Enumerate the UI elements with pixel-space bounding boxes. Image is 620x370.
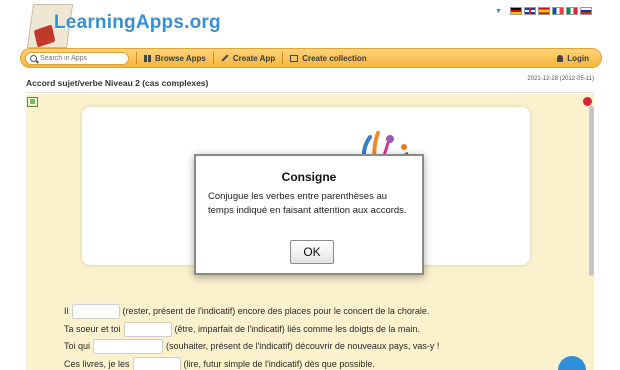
- flag-ru-icon[interactable]: [580, 7, 592, 15]
- fullscreen-icon[interactable]: [27, 97, 38, 107]
- line-3-after: (souhaiter, présent de l'indicatif) déco…: [166, 341, 440, 351]
- flag-fr-icon[interactable]: [552, 7, 564, 15]
- line-4-before: Ces livres, je les: [64, 358, 130, 369]
- language-selector[interactable]: ▼: [495, 7, 592, 15]
- flag-de-icon[interactable]: [510, 7, 522, 15]
- answer-input-1[interactable]: [71, 304, 120, 320]
- instruction-dialog: Consigne Conjugue les verbes entre paren…: [194, 154, 424, 275]
- search-box[interactable]: [25, 51, 129, 65]
- dialog-text: Conjugue les verbes entre parenthèses au…: [208, 191, 407, 216]
- line-2-after: (être, imparfait de l'indicatif) liés co…: [174, 323, 420, 334]
- answer-input-3[interactable]: [93, 339, 164, 355]
- login-label: Login: [567, 53, 589, 63]
- collection-icon: [290, 54, 299, 62]
- exercise-line-2: Ta soeur et toi (être, imparfait de l'in…: [64, 321, 584, 339]
- line-4-after: (lire, futur simple de l'indicatif) dès …: [183, 358, 375, 369]
- nav-divider: [282, 52, 284, 64]
- create-collection-link[interactable]: Create collection: [290, 53, 367, 63]
- scrollbar[interactable]: [589, 106, 594, 276]
- chevron-down-icon[interactable]: ▼: [495, 8, 502, 15]
- dialog-title: Consigne: [281, 170, 337, 184]
- answer-input-4[interactable]: [132, 356, 181, 370]
- create-collection-label: Create collection: [302, 53, 367, 63]
- flag-it-icon[interactable]: [566, 7, 578, 15]
- line-3-before: Toi qui: [64, 341, 91, 351]
- flag-en-icon[interactable]: [524, 7, 536, 15]
- exercise-text: Il (rester, présent de l'indicatif) enco…: [64, 303, 584, 370]
- flag-es-icon[interactable]: [538, 7, 550, 15]
- main-navbar: Browse Apps Create App Create collection…: [20, 48, 602, 68]
- user-icon: [557, 54, 564, 62]
- exercise-line-4: Ces livres, je les (lire, futur simple d…: [64, 356, 584, 370]
- exercise-line-1: Il (rester, présent de l'indicatif) enco…: [64, 303, 584, 321]
- page: LearningApps.org ▼ Browse Apps Create Ap…: [0, 0, 620, 370]
- search-input[interactable]: [40, 54, 126, 62]
- ok-button[interactable]: OK: [290, 240, 334, 264]
- search-icon: [30, 54, 37, 62]
- exercise-line-3: Toi qui (souhaiter, présent de l'indicat…: [64, 338, 584, 356]
- nav-divider: [136, 52, 137, 64]
- grid-icon: [144, 54, 151, 62]
- browse-apps-label: Browse Apps: [155, 53, 206, 63]
- login-link[interactable]: Login: [557, 54, 589, 63]
- create-app-link[interactable]: Create App: [221, 54, 275, 63]
- logo-text: LearningApps.org: [54, 12, 221, 33]
- create-app-label: Create App: [232, 53, 276, 63]
- line-1-before: Il: [64, 306, 69, 316]
- browse-apps-link[interactable]: Browse Apps: [144, 54, 206, 63]
- site-logo[interactable]: LearningApps.org: [24, 2, 224, 48]
- line-1-after: (rester, présent de l'indicatif) encore …: [122, 306, 430, 316]
- nav-divider: [212, 52, 214, 64]
- settings-icon[interactable]: [583, 97, 592, 106]
- page-title: Accord sujet/verbe Niveau 2 (cas complex…: [26, 78, 209, 88]
- pencil-icon: [221, 54, 229, 62]
- title-divider: [26, 92, 594, 93]
- line-2-before: Ta soeur et toi: [64, 323, 121, 334]
- answer-input-2[interactable]: [123, 321, 172, 337]
- app-date: 2021-12-28 (2012-05-11): [527, 76, 594, 82]
